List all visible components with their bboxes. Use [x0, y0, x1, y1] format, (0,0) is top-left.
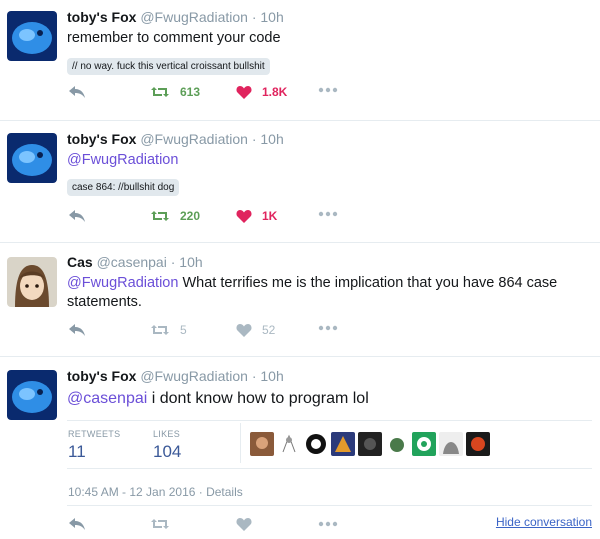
reply-icon [69, 210, 85, 222]
like-count: 52 [262, 323, 276, 337]
retweet-button[interactable] [150, 517, 170, 531]
tweet-time[interactable]: · 10h [252, 368, 284, 384]
divider [67, 468, 592, 469]
like-button[interactable]: 1K [236, 209, 277, 223]
like-count: 1.8K [262, 85, 288, 99]
more-button[interactable] [318, 211, 338, 217]
user-name[interactable]: toby's Fox [67, 9, 136, 25]
reply-button[interactable] [68, 323, 86, 337]
retweet-count: 220 [180, 209, 201, 223]
retweet-icon [151, 325, 169, 335]
retweet-button[interactable]: 5 [150, 323, 187, 337]
retweet-icon [151, 211, 169, 221]
like-count: 1K [262, 209, 278, 223]
avatar-tobyfox[interactable] [7, 133, 57, 183]
reply-icon [69, 86, 85, 98]
liker-avatar[interactable] [277, 432, 301, 456]
mention-link[interactable]: @FwugRadiation [67, 275, 178, 291]
retweets-label: RETWEETS [68, 429, 121, 439]
liker-avatar[interactable] [331, 432, 355, 456]
heart-icon [236, 86, 252, 99]
likes-stat[interactable]: 104 [153, 442, 181, 462]
divider [67, 505, 592, 506]
user-name[interactable]: toby's Fox [67, 368, 136, 384]
like-button[interactable] [236, 517, 252, 531]
user-handle[interactable]: @FwugRadiation [140, 131, 248, 147]
mention-link[interactable]: @FwugRadiation [67, 152, 178, 168]
tweet-4-expanded[interactable]: toby's Fox @FwugRadiation · 10h @casenpa… [0, 357, 600, 539]
liker-avatar[interactable] [439, 432, 463, 456]
retweet-icon [151, 519, 169, 529]
retweets-stat[interactable]: 11 [68, 442, 86, 462]
avatar-cas[interactable] [7, 257, 57, 307]
retweet-button[interactable]: 220 [150, 209, 200, 223]
heart-icon [236, 518, 252, 531]
divider [67, 420, 592, 421]
tweet-time[interactable]: · 10h [252, 131, 284, 147]
tweet-3[interactable]: Cas @casenpai · 10h @FwugRadiation What … [0, 243, 600, 357]
avatar-tobyfox[interactable] [7, 370, 57, 420]
reply-icon [69, 518, 85, 530]
tweet-timestamp[interactable]: 10:45 AM - 12 Jan 2016 · Details [68, 485, 243, 499]
tweet-body: i dont know how to program lol [147, 390, 369, 407]
liker-avatar[interactable] [412, 432, 436, 456]
heart-icon [236, 210, 252, 223]
mention-link[interactable]: @casenpai [67, 390, 147, 407]
user-name[interactable]: Cas [67, 254, 93, 270]
heart-icon [236, 324, 252, 337]
user-handle[interactable]: @FwugRadiation [140, 9, 248, 25]
liker-avatars [250, 432, 530, 456]
tweet-1[interactable]: toby's Fox @FwugRadiation · 10h remember… [0, 0, 600, 121]
liker-avatar[interactable] [304, 432, 328, 456]
tweet-text: @FwugRadiation What terrifies me is the … [67, 274, 587, 312]
retweet-count: 5 [180, 323, 187, 337]
reply-icon [69, 324, 85, 336]
more-icon [318, 325, 338, 331]
like-button[interactable]: 52 [236, 323, 275, 337]
reply-button[interactable] [68, 517, 86, 531]
reply-button[interactable] [68, 209, 86, 223]
more-icon [318, 87, 338, 93]
like-button[interactable]: 1.8K [236, 85, 287, 99]
user-name[interactable]: toby's Fox [67, 131, 136, 147]
avatar-tobyfox[interactable] [7, 11, 57, 61]
more-button[interactable] [318, 521, 338, 527]
liker-avatar[interactable] [466, 432, 490, 456]
tweet-time[interactable]: · 10h [171, 254, 203, 270]
tweet-time[interactable]: · 10h [252, 9, 284, 25]
retweet-count: 613 [180, 85, 201, 99]
tweet-text: remember to comment your code [67, 30, 281, 46]
tweet-text: @casenpai i dont know how to program lol [67, 389, 587, 408]
retweet-icon [151, 87, 169, 97]
divider [240, 423, 241, 463]
code-image[interactable]: // no way. fuck this vertical croissant … [67, 58, 270, 75]
more-button[interactable] [318, 87, 338, 93]
hide-conversation-link[interactable]: Hide conversation [496, 515, 592, 529]
tweet-2[interactable]: toby's Fox @FwugRadiation · 10h @FwugRad… [0, 121, 600, 243]
code-image[interactable]: case 864: //bullshit dog [67, 179, 180, 196]
more-button[interactable] [318, 325, 338, 331]
user-handle[interactable]: @casenpai [97, 254, 167, 270]
more-icon [318, 521, 338, 527]
reply-button[interactable] [68, 85, 86, 99]
more-icon [318, 211, 338, 217]
liker-avatar[interactable] [250, 432, 274, 456]
liker-avatar[interactable] [358, 432, 382, 456]
likes-label: LIKES [153, 429, 181, 439]
retweet-button[interactable]: 613 [150, 85, 200, 99]
user-handle[interactable]: @FwugRadiation [140, 368, 248, 384]
liker-avatar[interactable] [385, 432, 409, 456]
